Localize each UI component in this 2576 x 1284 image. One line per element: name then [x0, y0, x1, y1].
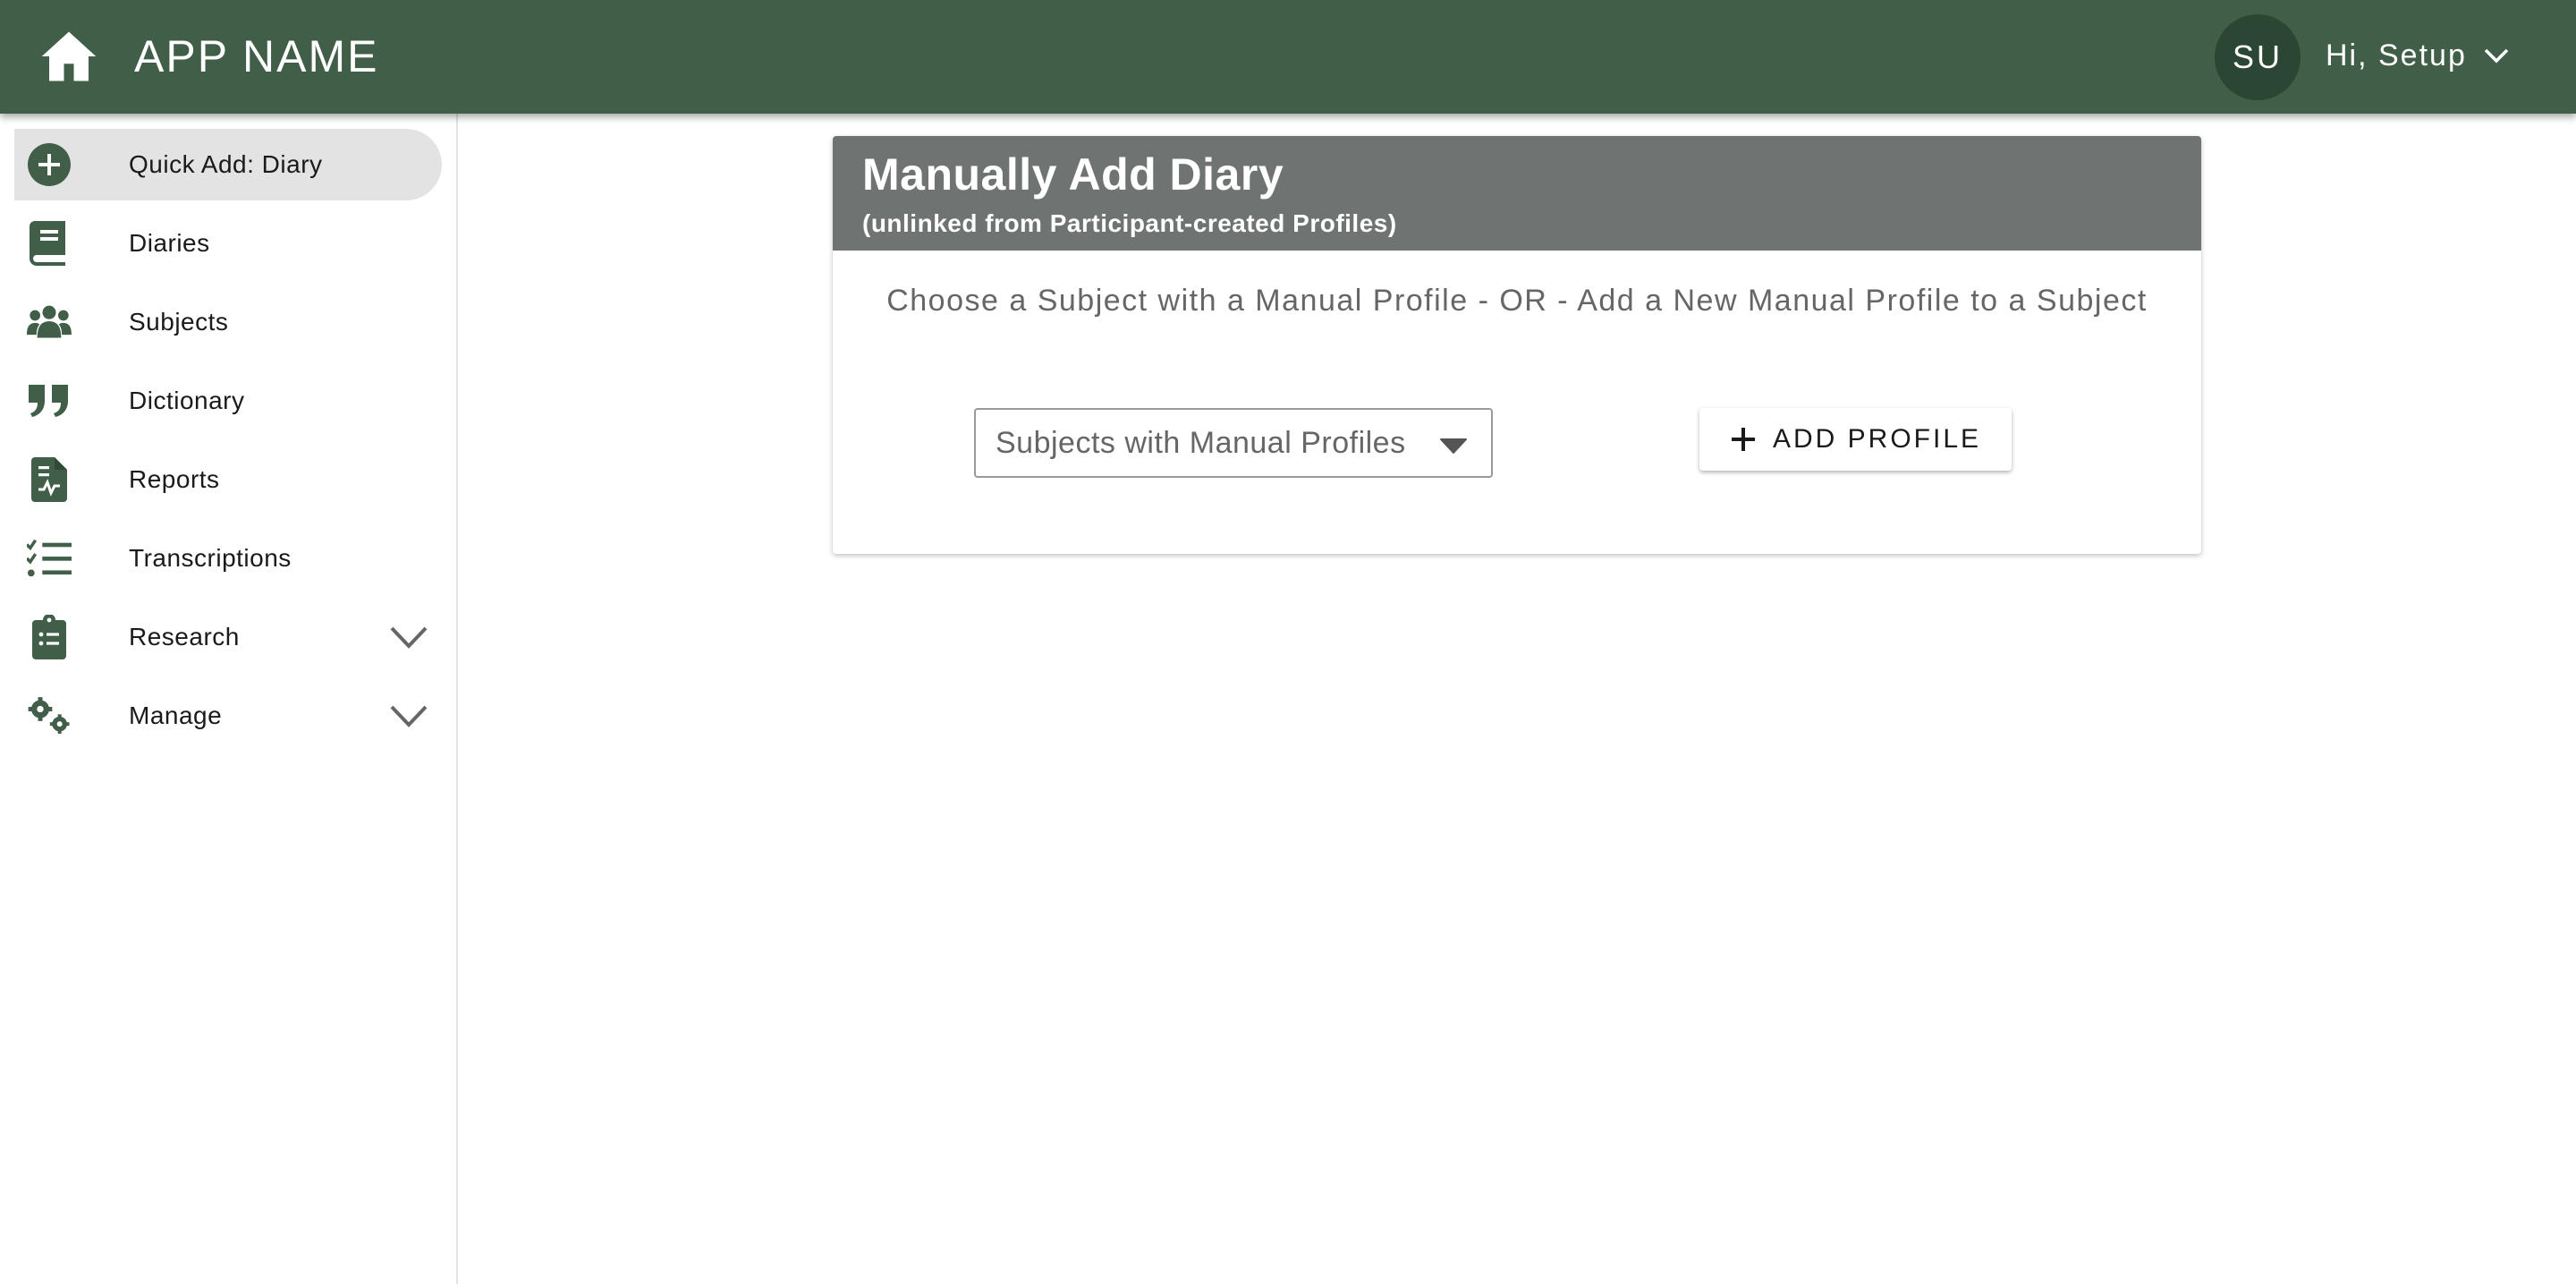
subject-select[interactable]: Subjects with Manual Profiles: [974, 408, 1493, 478]
sidebar-item-reports[interactable]: Reports: [14, 444, 442, 515]
sidebar-item-transcriptions[interactable]: Transcriptions: [14, 523, 442, 594]
sidebar-item-subjects[interactable]: Subjects: [14, 286, 442, 358]
sidebar-item-quick-add-diary[interactable]: Quick Add: Diary: [14, 129, 442, 200]
sidebar-item-label: Manage: [129, 702, 223, 729]
avatar[interactable]: SU: [2215, 14, 2301, 100]
caret-down-icon: [1440, 438, 1467, 454]
instructions-text: Choose a Subject with a Manual Profile -…: [886, 284, 2148, 318]
book-icon: [27, 221, 72, 266]
user-menu[interactable]: Hi, Setup: [2326, 30, 2510, 81]
sidebar-item-dictionary[interactable]: Dictionary: [14, 365, 442, 437]
subject-select-placeholder: Subjects with Manual Profiles: [996, 426, 1406, 460]
chevron-down-icon[interactable]: [388, 702, 429, 730]
sidebar-item-research[interactable]: Research: [14, 601, 442, 673]
checklist-icon: [27, 536, 72, 581]
user-greeting: Hi, Setup: [2326, 38, 2467, 72]
users-icon: [27, 300, 72, 344]
manual-add-diary-card: Manually Add Diary (unlinked from Partic…: [833, 136, 2201, 554]
card-header: Manually Add Diary (unlinked from Partic…: [833, 136, 2201, 251]
plus-icon: [1731, 428, 1755, 451]
sidebar-item-label: Reports: [129, 465, 220, 493]
sidebar-item-diaries[interactable]: Diaries: [14, 208, 442, 279]
add-profile-button[interactable]: ADD PROFILE: [1699, 408, 2012, 471]
card-subtitle: (unlinked from Participant-created Profi…: [862, 209, 1397, 237]
sidebar-item-label: Quick Add: Diary: [129, 150, 323, 178]
sidebar-item-label: Subjects: [129, 308, 229, 336]
sidebar: Quick Add: Diary Diaries Subjects Dictio…: [0, 114, 458, 1284]
add-profile-label: ADD PROFILE: [1772, 424, 1982, 454]
sidebar-item-manage[interactable]: Manage: [14, 680, 442, 752]
app-bar: APP NAME SU Hi, Setup: [0, 0, 2576, 114]
chevron-down-icon: [2484, 48, 2509, 64]
avatar-initials: SU: [2232, 38, 2283, 75]
quote-icon: [27, 378, 72, 423]
sidebar-item-label: Transcriptions: [129, 544, 292, 572]
chevron-down-icon[interactable]: [388, 623, 429, 651]
clipboard-list-icon: [27, 615, 72, 659]
app-title: APP NAME: [134, 31, 379, 81]
gears-icon: [27, 693, 72, 738]
plus-circle-icon: [27, 142, 72, 187]
sidebar-item-label: Diaries: [129, 229, 210, 257]
sidebar-item-label: Research: [129, 623, 240, 651]
card-title: Manually Add Diary: [862, 149, 1284, 200]
sidebar-item-label: Dictionary: [129, 387, 245, 414]
report-icon: [27, 457, 72, 502]
home-icon[interactable]: [39, 29, 98, 84]
